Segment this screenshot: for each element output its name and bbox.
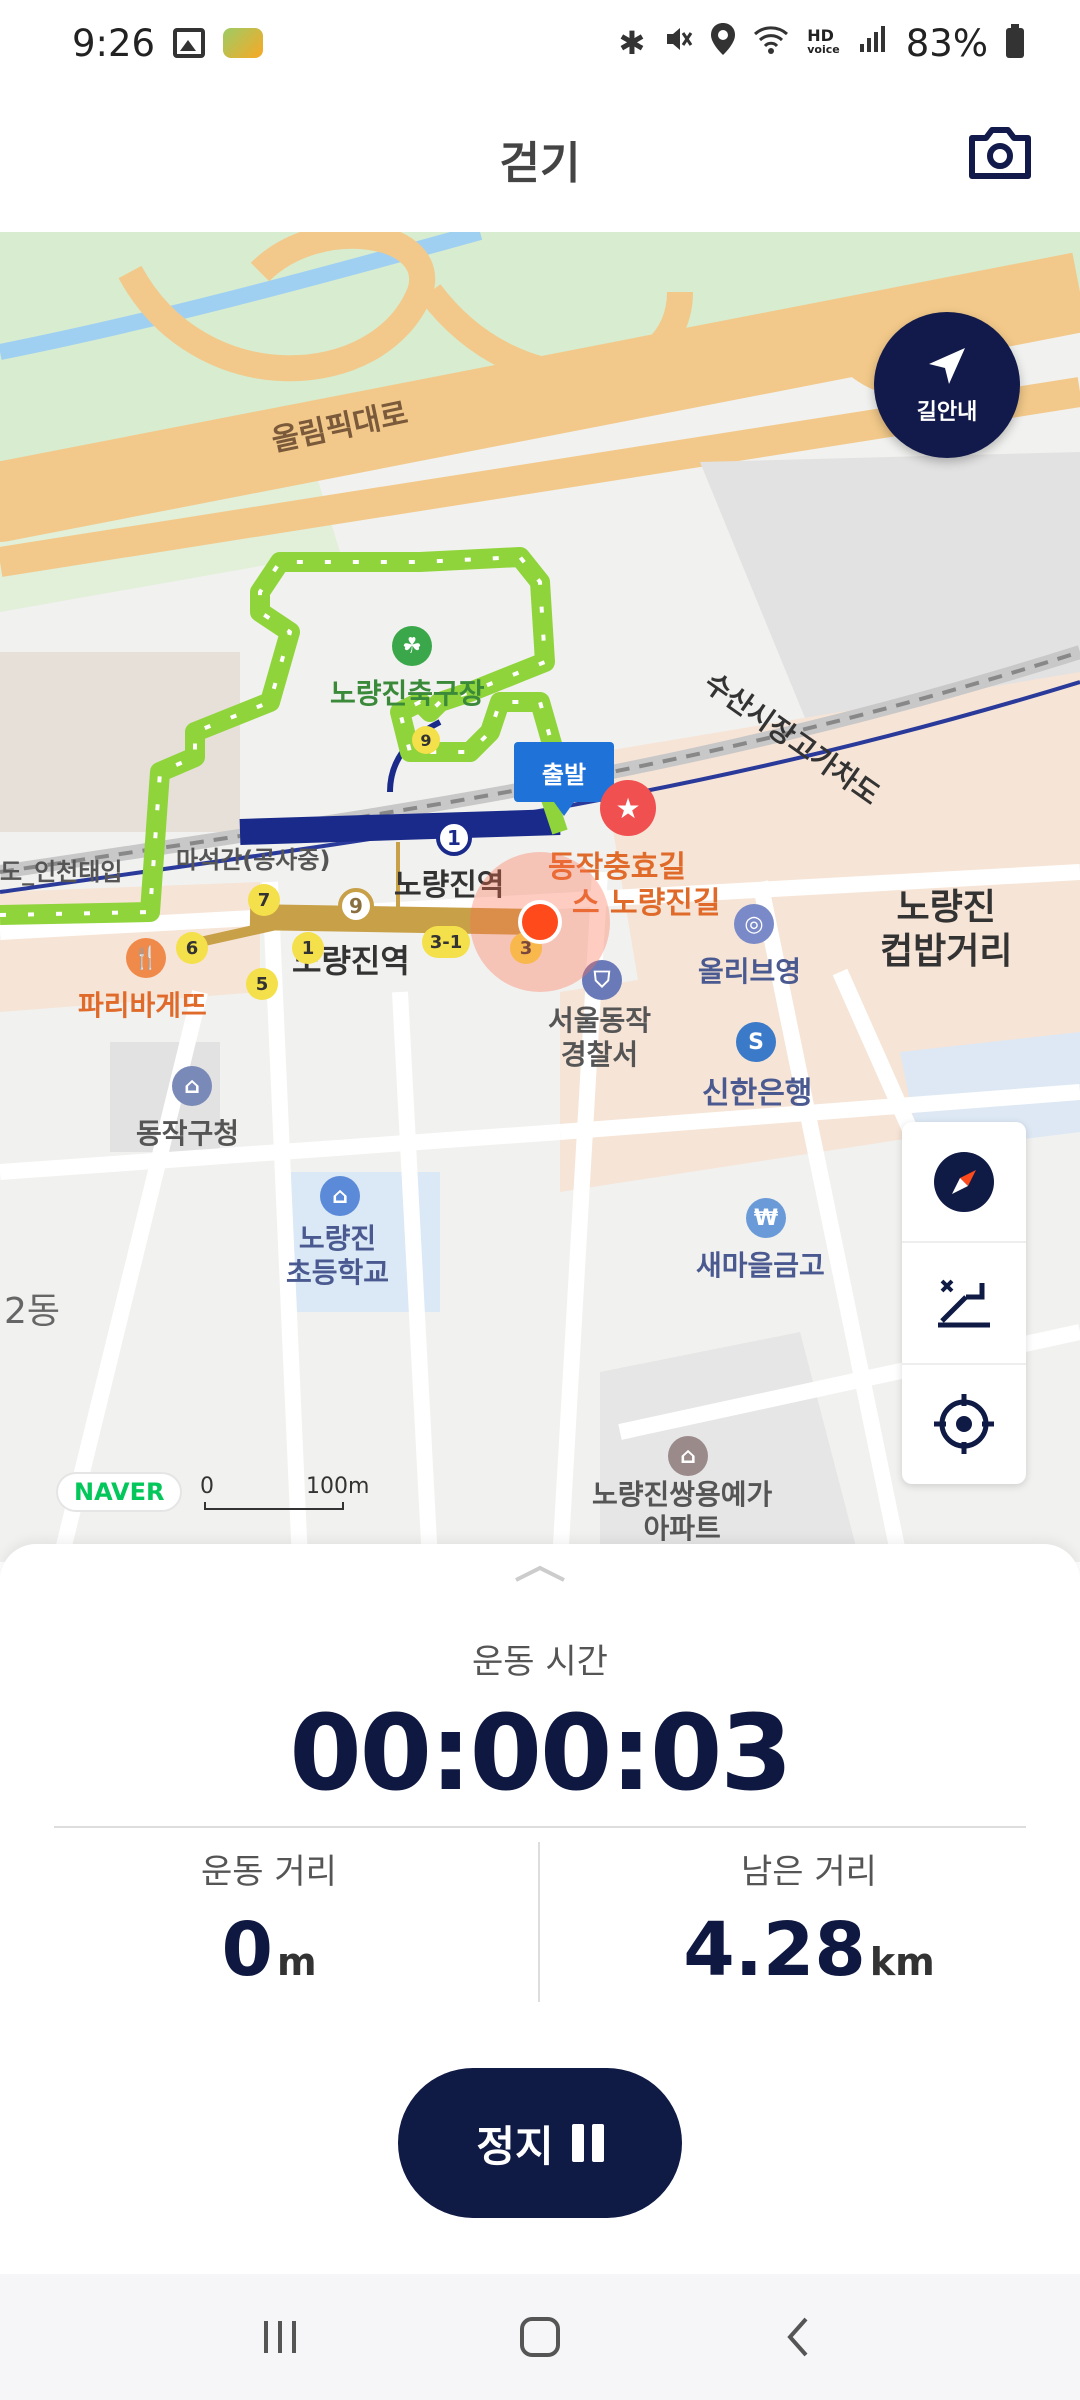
hd-voice-indicator: HD voice	[807, 26, 840, 57]
label-masukgan: 마석간(공사중)	[176, 846, 331, 874]
label-apartment: 노량진쌍용예가 아파트	[592, 1478, 773, 1545]
system-nav-bar	[0, 2274, 1080, 2400]
wifi-icon	[753, 24, 789, 62]
landmark-pin-icon: ★	[600, 780, 656, 836]
app-header: 걷기	[0, 86, 1080, 232]
label-elementary-school: 노량진 초등학교	[286, 1222, 390, 1289]
distance-unit: m	[276, 1940, 317, 1984]
distance-label: 운동 거리	[201, 1852, 337, 1892]
map-view[interactable]: 올림픽대로 수산시장고가차도 노량진축구장 ☘ 노량진역 노량진역 동작충효길 …	[0, 232, 1080, 1562]
label-noryangjin-field: 노량진축구장	[330, 677, 485, 710]
elevation-button[interactable]	[902, 1243, 1026, 1365]
camera-icon	[969, 127, 1031, 179]
remaining-value: 4.28	[683, 1907, 866, 1993]
exit-marker: 1	[436, 820, 472, 856]
time-value: 00:00:03	[289, 1692, 792, 1814]
label-incheon: 도_인천태입	[0, 858, 123, 886]
battery-percent: 83%	[905, 21, 988, 65]
scale-bar: 0 100m	[200, 1474, 370, 1510]
saemaul-pin-icon: ₩	[746, 1198, 786, 1238]
remaining-label: 남은 거리	[741, 1852, 877, 1892]
home-icon[interactable]	[518, 2315, 562, 2359]
government-pin-icon: ⌂	[172, 1066, 212, 1106]
scale-line	[204, 1502, 344, 1510]
bluetooth-icon: ✱	[618, 24, 646, 62]
naver-logo: NAVER	[56, 1472, 183, 1512]
signal-icon	[858, 24, 888, 62]
remaining-unit: km	[869, 1940, 935, 1984]
workout-stats-sheet: 운동 시간 00:00:03 운동 거리 0m 남은 거리 4.28 km 정지	[0, 1544, 1080, 2274]
locate-icon	[934, 1394, 994, 1455]
navigation-label: 길안내	[916, 400, 978, 425]
start-flag: 출발	[514, 742, 614, 816]
distance-value-row: 0m	[0, 1907, 538, 1993]
navigation-arrow-icon	[929, 348, 965, 384]
exit-marker: 6	[176, 932, 208, 964]
exit-marker: 3-1	[422, 926, 470, 958]
stop-label: 정지	[476, 2121, 554, 2171]
compass-button[interactable]	[902, 1122, 1026, 1244]
divider	[54, 1826, 1026, 1828]
scale-max: 100m	[306, 1474, 370, 1499]
shop-pin-icon: ◎	[734, 904, 774, 944]
apartment-pin-icon: ⌂	[668, 1436, 708, 1476]
camera-button[interactable]	[968, 124, 1032, 182]
label-shinhan-bank: 신한은행	[702, 1076, 813, 1111]
distance-value: 0	[221, 1907, 273, 1993]
exit-marker: 7	[248, 884, 280, 916]
park-pin-icon: ☘	[392, 626, 432, 666]
label-dong2: 2동	[4, 1291, 61, 1332]
page-title: 걷기	[499, 138, 581, 189]
bakery-pin-icon: 🍴	[126, 938, 166, 978]
current-location-marker	[518, 900, 562, 944]
label-paris-baguette: 파리바게뜨	[78, 989, 207, 1022]
scale-zero: 0	[200, 1474, 214, 1499]
label-cupbap-street: 노량진 컵밥거리	[880, 887, 1013, 972]
exit-marker: 5	[246, 968, 278, 1000]
app-badge-icon	[223, 28, 264, 58]
status-right: ✱ HD voice 83%	[618, 22, 1024, 65]
pause-icon	[571, 2124, 604, 2162]
status-bar: 9:26 ✱ HD voice 83%	[0, 0, 1080, 86]
voice-label: voice	[807, 43, 840, 56]
exit-marker: 9	[412, 726, 440, 754]
mute-icon	[663, 24, 693, 62]
time-label: 운동 시간	[472, 1642, 608, 1682]
location-icon	[711, 23, 736, 63]
label-olive-young: 올리브영	[698, 955, 802, 988]
map-tools-panel	[902, 1122, 1026, 1484]
navigation-button[interactable]: 길안내	[874, 312, 1020, 458]
remaining-value-row: 4.28 km	[540, 1907, 1078, 1993]
recent-apps-icon[interactable]	[258, 2315, 302, 2359]
hd-label: HD	[807, 26, 834, 45]
distance-stat: 운동 거리 0m	[0, 1844, 538, 1993]
label-dongjak-office: 동작구청	[136, 1117, 240, 1150]
exit-marker: 9	[338, 888, 374, 924]
locate-button[interactable]	[902, 1365, 1026, 1484]
compass-icon	[934, 1151, 994, 1212]
back-icon[interactable]	[778, 2315, 822, 2359]
label-saemaul-bank: 새마을금고	[696, 1249, 825, 1282]
label-police-station: 서울동작 경찰서	[548, 1004, 652, 1071]
stop-button[interactable]: 정지	[398, 2068, 682, 2218]
remaining-stat: 남은 거리 4.28 km	[540, 1844, 1078, 1993]
exit-marker: 1	[292, 932, 324, 964]
elevation-icon	[938, 1279, 990, 1328]
school-pin-icon: ⌂	[320, 1176, 360, 1216]
chevron-up-icon[interactable]	[512, 1564, 568, 1584]
bank-pin-icon: S	[736, 1022, 776, 1062]
battery-icon	[1006, 24, 1024, 58]
status-time: 9:26	[72, 21, 156, 65]
status-left: 9:26	[72, 21, 264, 65]
gallery-icon	[173, 28, 206, 58]
